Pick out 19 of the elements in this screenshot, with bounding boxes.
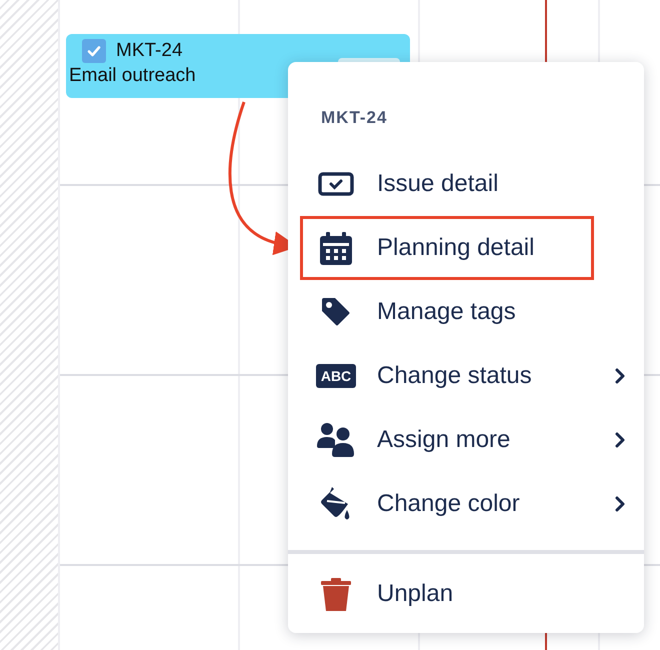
task-title: Email outreach [69,65,196,87]
menu-item[interactable]: Change color [300,472,594,536]
issue-key: MKT-24 [116,40,183,62]
users-icon [317,422,355,458]
status-label-icon: ABC [316,364,356,388]
menu-item[interactable]: Unplan [300,562,594,626]
check-icon [87,45,101,57]
issue-card-icon [318,172,354,196]
menu-item[interactable]: ABC Change status [300,344,594,408]
calendar-icon [318,230,354,266]
menu-item[interactable]: Planning detail [300,216,594,280]
menu-item[interactable]: Manage tags [300,280,594,344]
menu-item[interactable]: Assign more [300,408,594,472]
checkbox[interactable] [82,39,106,63]
trash-icon [320,576,352,612]
paint-bucket-icon [320,486,352,522]
menu-item[interactable]: Issue detail [300,152,594,216]
menu-header: MKT-24 [321,108,388,128]
tag-icon [320,296,352,328]
